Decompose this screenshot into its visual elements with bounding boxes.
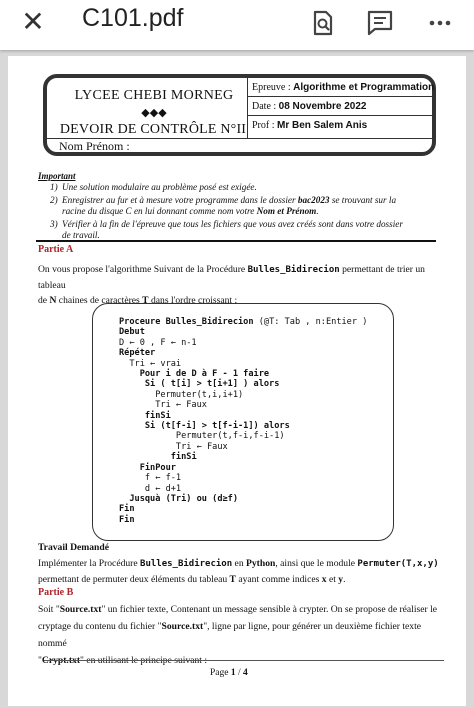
app-bar: ✕ C101.pdf xyxy=(0,0,474,50)
epreuve-row: Epreuve : Algorithme et Programmation xyxy=(248,78,434,97)
date-row: Date : 08 Novembre 2022 xyxy=(248,97,432,116)
algorithm-code: Proceure Bulles_Bidirecion (@T: Tab , n:… xyxy=(119,317,368,525)
algorithm-box: Proceure Bulles_Bidirecion (@T: Tab , n:… xyxy=(92,303,394,541)
school-name: LYCEE CHEBI MORNEG xyxy=(74,88,234,103)
important-label: Important xyxy=(38,171,76,181)
footer-divider xyxy=(44,660,444,661)
instruction-item: 3) Vérifier à la fin de l'épreuve que tou… xyxy=(50,218,403,241)
section-divider xyxy=(36,240,436,242)
exam-header-box: LYCEE CHEBI MORNEG ◆◆◆ DEVOIR DE CONTRÔL… xyxy=(43,74,436,156)
pdf-page[interactable]: LYCEE CHEBI MORNEG ◆◆◆ DEVOIR DE CONTRÔL… xyxy=(8,56,466,706)
page-number: Page 1 / 4 xyxy=(210,668,248,678)
more-options-icon[interactable] xyxy=(425,8,455,38)
student-name-field: Nom Prénom : xyxy=(47,138,432,153)
comment-icon[interactable] xyxy=(365,8,395,38)
partie-a-intro: On vous propose l'algorithme Suivant de … xyxy=(38,264,425,306)
partie-a-title: Partie A xyxy=(38,244,74,255)
instruction-item: 1) Une solution modulaire au problème pos… xyxy=(50,182,257,192)
document-title: C101.pdf xyxy=(82,4,184,32)
exam-title: DEVOIR DE CONTRÔLE N°II xyxy=(59,122,247,137)
instructions-list: 1) Une solution modulaire au problème pos… xyxy=(50,182,405,243)
exam-info-column: Epreuve : Algorithme et Programmation Da… xyxy=(247,78,434,138)
page-content: LYCEE CHEBI MORNEG ◆◆◆ DEVOIR DE CONTRÔL… xyxy=(8,56,466,706)
travail-text: Implémenter la Procédure Bulles_Bidireci… xyxy=(38,558,439,585)
search-in-document-icon[interactable] xyxy=(308,8,338,38)
diamond-ornament: ◆◆◆ xyxy=(141,107,167,119)
partie-b-title: Partie B xyxy=(38,587,74,598)
prof-row: Prof : Mr Ben Salem Anis xyxy=(252,120,368,131)
close-icon[interactable]: ✕ xyxy=(18,7,48,37)
instruction-item: 2) Enregistrer au fur et à mesure votre p… xyxy=(50,194,397,217)
travail-title: Travail Demandé xyxy=(38,542,109,553)
partie-b-text: Soit "Source.txt" un fichier texte, Cont… xyxy=(38,604,438,666)
